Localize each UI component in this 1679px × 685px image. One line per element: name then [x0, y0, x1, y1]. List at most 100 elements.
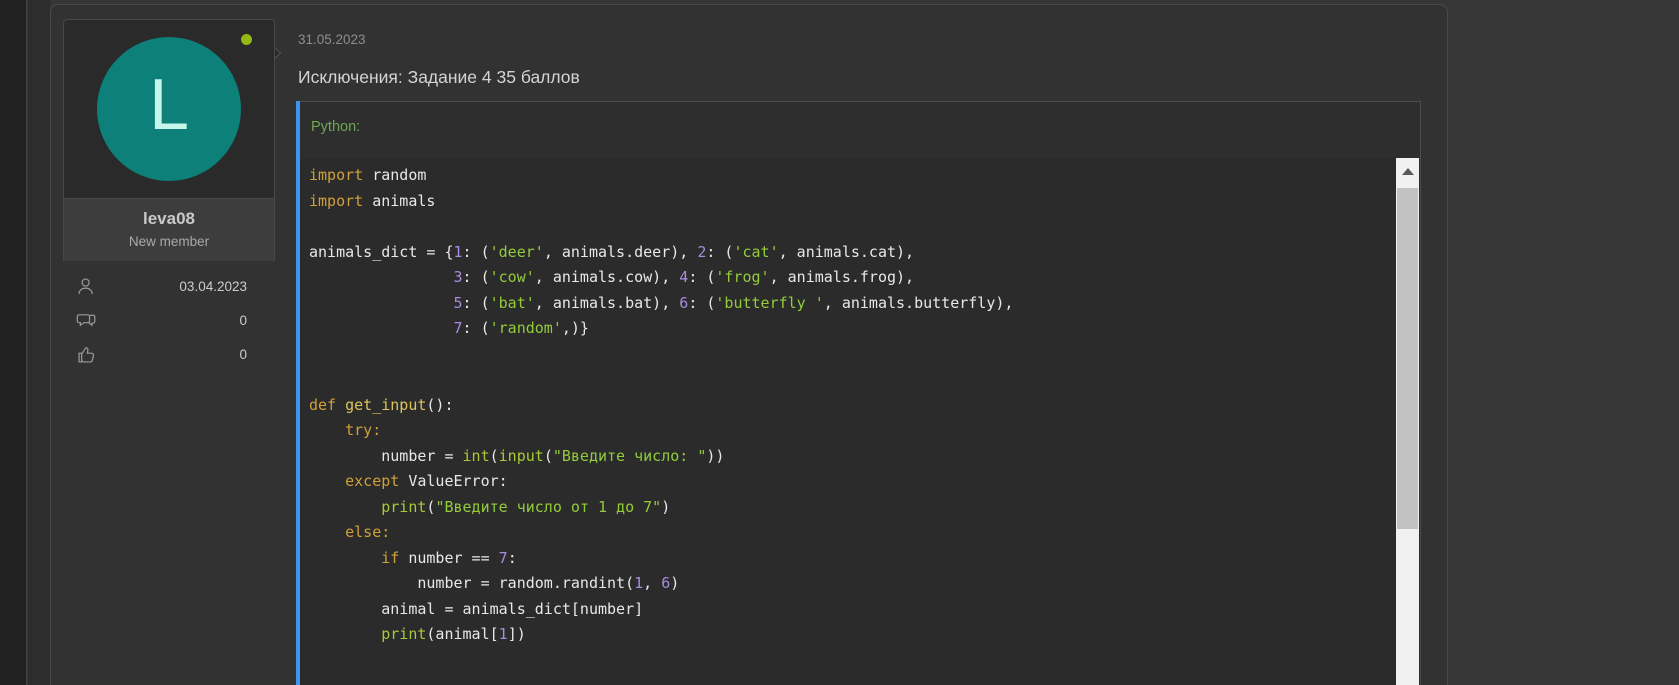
code-token-plain: , animals.cat),	[779, 243, 914, 261]
code-token-plain: : (	[688, 294, 715, 312]
code-token-plain: animal = animals_dict[number]	[309, 600, 643, 618]
code-line: print(animal[1])	[309, 622, 1394, 648]
thumbs-up-icon	[76, 344, 97, 365]
code-token-plain: :	[508, 549, 517, 567]
code-line	[309, 214, 1394, 240]
code-token-plain: : (	[688, 268, 715, 286]
user-title-bar: leva08 New member	[63, 199, 275, 261]
code-line	[309, 367, 1394, 393]
code-token-keyword: try:	[345, 421, 381, 439]
code-token-plain: random	[363, 166, 426, 184]
code-token-plain: , animals.cow),	[535, 268, 680, 286]
code-token-plain: , animals.frog),	[770, 268, 915, 286]
code-language-label: Python:	[311, 119, 360, 135]
avatar-cell: L	[63, 19, 275, 199]
code-token-number: 4	[679, 268, 688, 286]
user-stats: 03.04.2023 0 0	[63, 261, 275, 365]
code-token-plain: : (	[463, 319, 490, 337]
stat-row-likes: 0	[76, 343, 265, 365]
code-token-builtin: print	[381, 498, 426, 516]
code-token-plain	[309, 421, 345, 439]
code-token-builtin: int	[463, 447, 490, 465]
code-token-plain: ,)}	[562, 319, 589, 337]
code-token-plain: (	[490, 447, 499, 465]
code-line: import random	[309, 163, 1394, 189]
code-token-plain: ,	[643, 574, 661, 592]
code-token-plain: number = random.randint(	[309, 574, 634, 592]
code-token-plain	[309, 294, 454, 312]
code-token-keyword: except	[345, 472, 399, 490]
code-token-plain: (	[544, 447, 553, 465]
code-line: else:	[309, 520, 1394, 546]
scrollbar-thumb[interactable]	[1397, 188, 1418, 529]
code-token-string: 'cat'	[733, 243, 778, 261]
code-line: 7: ('random',)}	[309, 316, 1394, 342]
code-token-string: 'cow'	[490, 268, 535, 286]
user-icon	[76, 276, 97, 297]
code-token-plain	[309, 319, 454, 337]
code-token-number: 7	[499, 549, 508, 567]
code-token-plain: : (	[463, 268, 490, 286]
code-token-plain	[309, 549, 381, 567]
code-token-plain: ])	[508, 625, 526, 643]
code-token-keyword: else:	[345, 523, 390, 541]
code-token-number: 5	[454, 294, 463, 312]
page-left-rail	[0, 0, 27, 685]
code-token-plain: ():	[426, 396, 453, 414]
user-role-label: New member	[68, 234, 270, 249]
code-token-builtin: print	[381, 625, 426, 643]
avatar[interactable]: L	[97, 37, 241, 181]
code-line: print("Введите число от 1 до 7")	[309, 495, 1394, 521]
code-token-string: 'deer'	[490, 243, 544, 261]
like-count-value: 0	[97, 347, 265, 362]
code-token-string: 'butterfly '	[715, 294, 823, 312]
post-card: L leva08 New member 03.04.2023 0	[50, 4, 1448, 685]
code-line: if number == 7:	[309, 546, 1394, 572]
code-token-plain	[336, 396, 345, 414]
code-token-plain	[309, 268, 454, 286]
code-line: import animals	[309, 189, 1394, 215]
code-token-string: 'random'	[490, 319, 562, 337]
code-scrollbar[interactable]	[1396, 158, 1419, 685]
code-content[interactable]: import randomimport animals animals_dict…	[301, 158, 1394, 685]
user-panel: L leva08 New member 03.04.2023 0	[63, 19, 275, 377]
scrollbar-up-button[interactable]	[1396, 158, 1419, 184]
online-indicator-icon	[241, 34, 252, 45]
code-token-plain: : (	[706, 243, 733, 261]
code-line: number = int(input("Введите число: "))	[309, 444, 1394, 470]
code-token-string: "Введите число от 1 до 7"	[435, 498, 661, 516]
post-date-link[interactable]: 31.05.2023	[298, 32, 366, 47]
code-token-plain: : (	[463, 243, 490, 261]
code-block: Python: import randomimport animals anim…	[296, 101, 1421, 685]
scroll-up-arrow-icon	[1402, 168, 1414, 175]
code-token-plain: )	[661, 498, 670, 516]
code-token-plain: , animals.butterfly),	[824, 294, 1014, 312]
code-token-plain: number ==	[399, 549, 498, 567]
code-token-string: 'frog'	[715, 268, 769, 286]
code-token-plain	[309, 472, 345, 490]
code-token-plain: ))	[706, 447, 724, 465]
message-count-value: 0	[97, 313, 265, 328]
code-token-plain: animals	[363, 192, 435, 210]
code-line: except ValueError:	[309, 469, 1394, 495]
username-link[interactable]: leva08	[68, 209, 270, 229]
code-block-accent-bar	[296, 101, 300, 685]
code-token-plain: , animals.deer),	[544, 243, 698, 261]
code-token-number: 7	[454, 319, 463, 337]
code-token-keyword: if	[381, 549, 399, 567]
code-token-keyword: def	[309, 396, 336, 414]
code-token-plain: : (	[463, 294, 490, 312]
code-line	[309, 342, 1394, 368]
code-token-plain	[309, 523, 345, 541]
code-line: number = random.randint(1, 6)	[309, 571, 1394, 597]
code-token-plain	[309, 625, 381, 643]
code-token-plain	[309, 498, 381, 516]
code-token-string: "Введите число: "	[553, 447, 707, 465]
code-line: 3: ('cow', animals.cow), 4: ('frog', ani…	[309, 265, 1394, 291]
stat-row-joined: 03.04.2023	[76, 275, 265, 297]
code-token-string: 'bat'	[490, 294, 535, 312]
messages-icon	[76, 310, 97, 331]
code-token-plain: (animal[	[426, 625, 498, 643]
code-token-plain: number =	[309, 447, 463, 465]
code-line: try:	[309, 418, 1394, 444]
